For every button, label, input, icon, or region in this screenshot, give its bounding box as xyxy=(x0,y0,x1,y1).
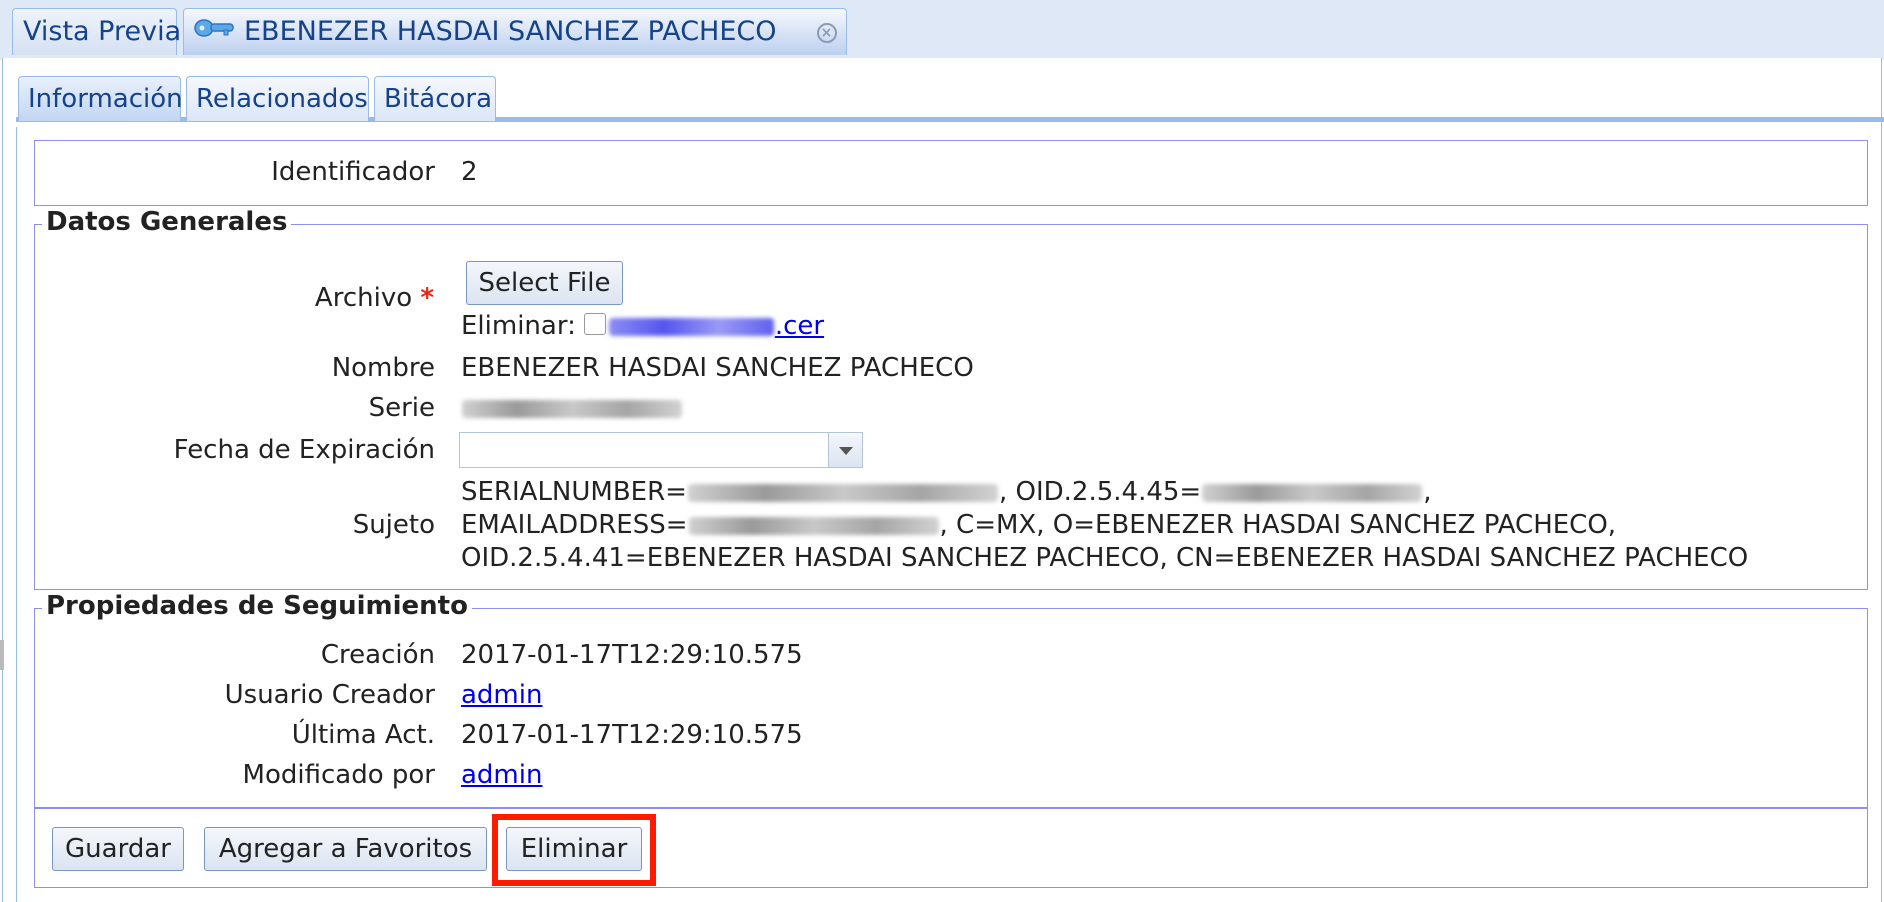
eliminar-file-checkbox[interactable] xyxy=(583,312,606,335)
serie-value xyxy=(461,393,683,423)
tab-bitacora[interactable]: Bitácora xyxy=(374,76,496,121)
tab-relacionados[interactable]: Relacionados xyxy=(186,76,369,121)
redacted-file-name xyxy=(608,317,774,336)
redacted-serie xyxy=(462,399,682,418)
tab-record[interactable]: EBENEZER HASDAI SANCHEZ PACHECO × xyxy=(183,8,847,55)
datos-generales-legend: Datos Generales xyxy=(42,207,292,237)
sujeto-line2-rest: , C=MX, O=EBENEZER HASDAI SANCHEZ PACHEC… xyxy=(939,510,1617,540)
sujeto-label: Sujeto xyxy=(352,510,435,540)
sujeto-line1-end: , xyxy=(1423,477,1432,507)
identificador-label: Identificador xyxy=(271,157,435,187)
key-icon xyxy=(194,7,236,53)
fecha-expiracion-select[interactable] xyxy=(459,432,863,468)
file-link[interactable]: .cer xyxy=(608,311,824,341)
agregar-favoritos-button[interactable]: Agregar a Favoritos xyxy=(204,827,487,871)
tab-vista-previa[interactable]: Vista Previa xyxy=(12,8,181,55)
ultima-act-value: 2017-01-17T12:29:10.575 xyxy=(461,720,803,750)
creacion-value: 2017-01-17T12:29:10.575 xyxy=(461,640,803,670)
tab-informacion-label: Información xyxy=(28,84,183,114)
usuario-creador-label: Usuario Creador xyxy=(224,680,435,710)
close-icon[interactable]: × xyxy=(816,22,837,43)
nombre-value: EBENEZER HASDAI SANCHEZ PACHECO xyxy=(461,353,974,383)
tab-record-label: EBENEZER HASDAI SANCHEZ PACHECO xyxy=(244,16,777,47)
redacted-email xyxy=(688,516,939,535)
eliminar-file-row: Eliminar: .cer xyxy=(461,311,824,341)
tab-bitacora-label: Bitácora xyxy=(384,84,493,114)
archivo-label-text: Archivo xyxy=(314,283,413,313)
chevron-down-icon[interactable] xyxy=(828,433,862,467)
resize-handle[interactable] xyxy=(0,640,4,670)
eliminar-button[interactable]: Eliminar xyxy=(506,827,642,871)
archivo-label: Archivo * xyxy=(34,283,434,313)
fecha-label: Fecha de Expiración xyxy=(173,435,435,465)
sujeto-line-3: OID.2.5.4.41=EBENEZER HASDAI SANCHEZ PAC… xyxy=(461,543,1749,573)
identificador-value: 2 xyxy=(461,157,478,187)
sujeto-oid45-key: , OID.2.5.4.45= xyxy=(998,477,1202,507)
file-link-suffix: .cer xyxy=(774,311,825,341)
redacted-oid45 xyxy=(1202,483,1423,502)
serie-label: Serie xyxy=(368,393,435,423)
tab-vista-previa-label: Vista Previa xyxy=(23,16,182,47)
redacted-serialnumber xyxy=(687,483,998,502)
sujeto-line-1: SERIALNUMBER= , OID.2.5.4.45=, xyxy=(461,477,1431,507)
eliminar-file-label: Eliminar: xyxy=(461,311,576,341)
creacion-label: Creación xyxy=(320,640,435,670)
sujeto-email-key: EMAILADDRESS= xyxy=(461,510,688,540)
usuario-creador-link[interactable]: admin xyxy=(461,680,542,710)
modificado-por-label: Modificado por xyxy=(242,760,435,790)
guardar-button[interactable]: Guardar xyxy=(52,827,184,871)
select-file-button[interactable]: Select File xyxy=(466,261,623,305)
sujeto-serialnumber-key: SERIALNUMBER= xyxy=(461,477,687,507)
nombre-label: Nombre xyxy=(331,353,435,383)
required-mark: * xyxy=(420,283,434,313)
tab-relacionados-label: Relacionados xyxy=(196,84,368,114)
sujeto-line-2: EMAILADDRESS= , C=MX, O=EBENEZER HASDAI S… xyxy=(461,510,1616,540)
tab-informacion[interactable]: Información xyxy=(18,76,183,121)
seguimiento-legend: Propiedades de Seguimiento xyxy=(42,591,472,621)
ultima-act-label: Última Act. xyxy=(291,720,435,750)
modificado-por-link[interactable]: admin xyxy=(461,760,542,790)
